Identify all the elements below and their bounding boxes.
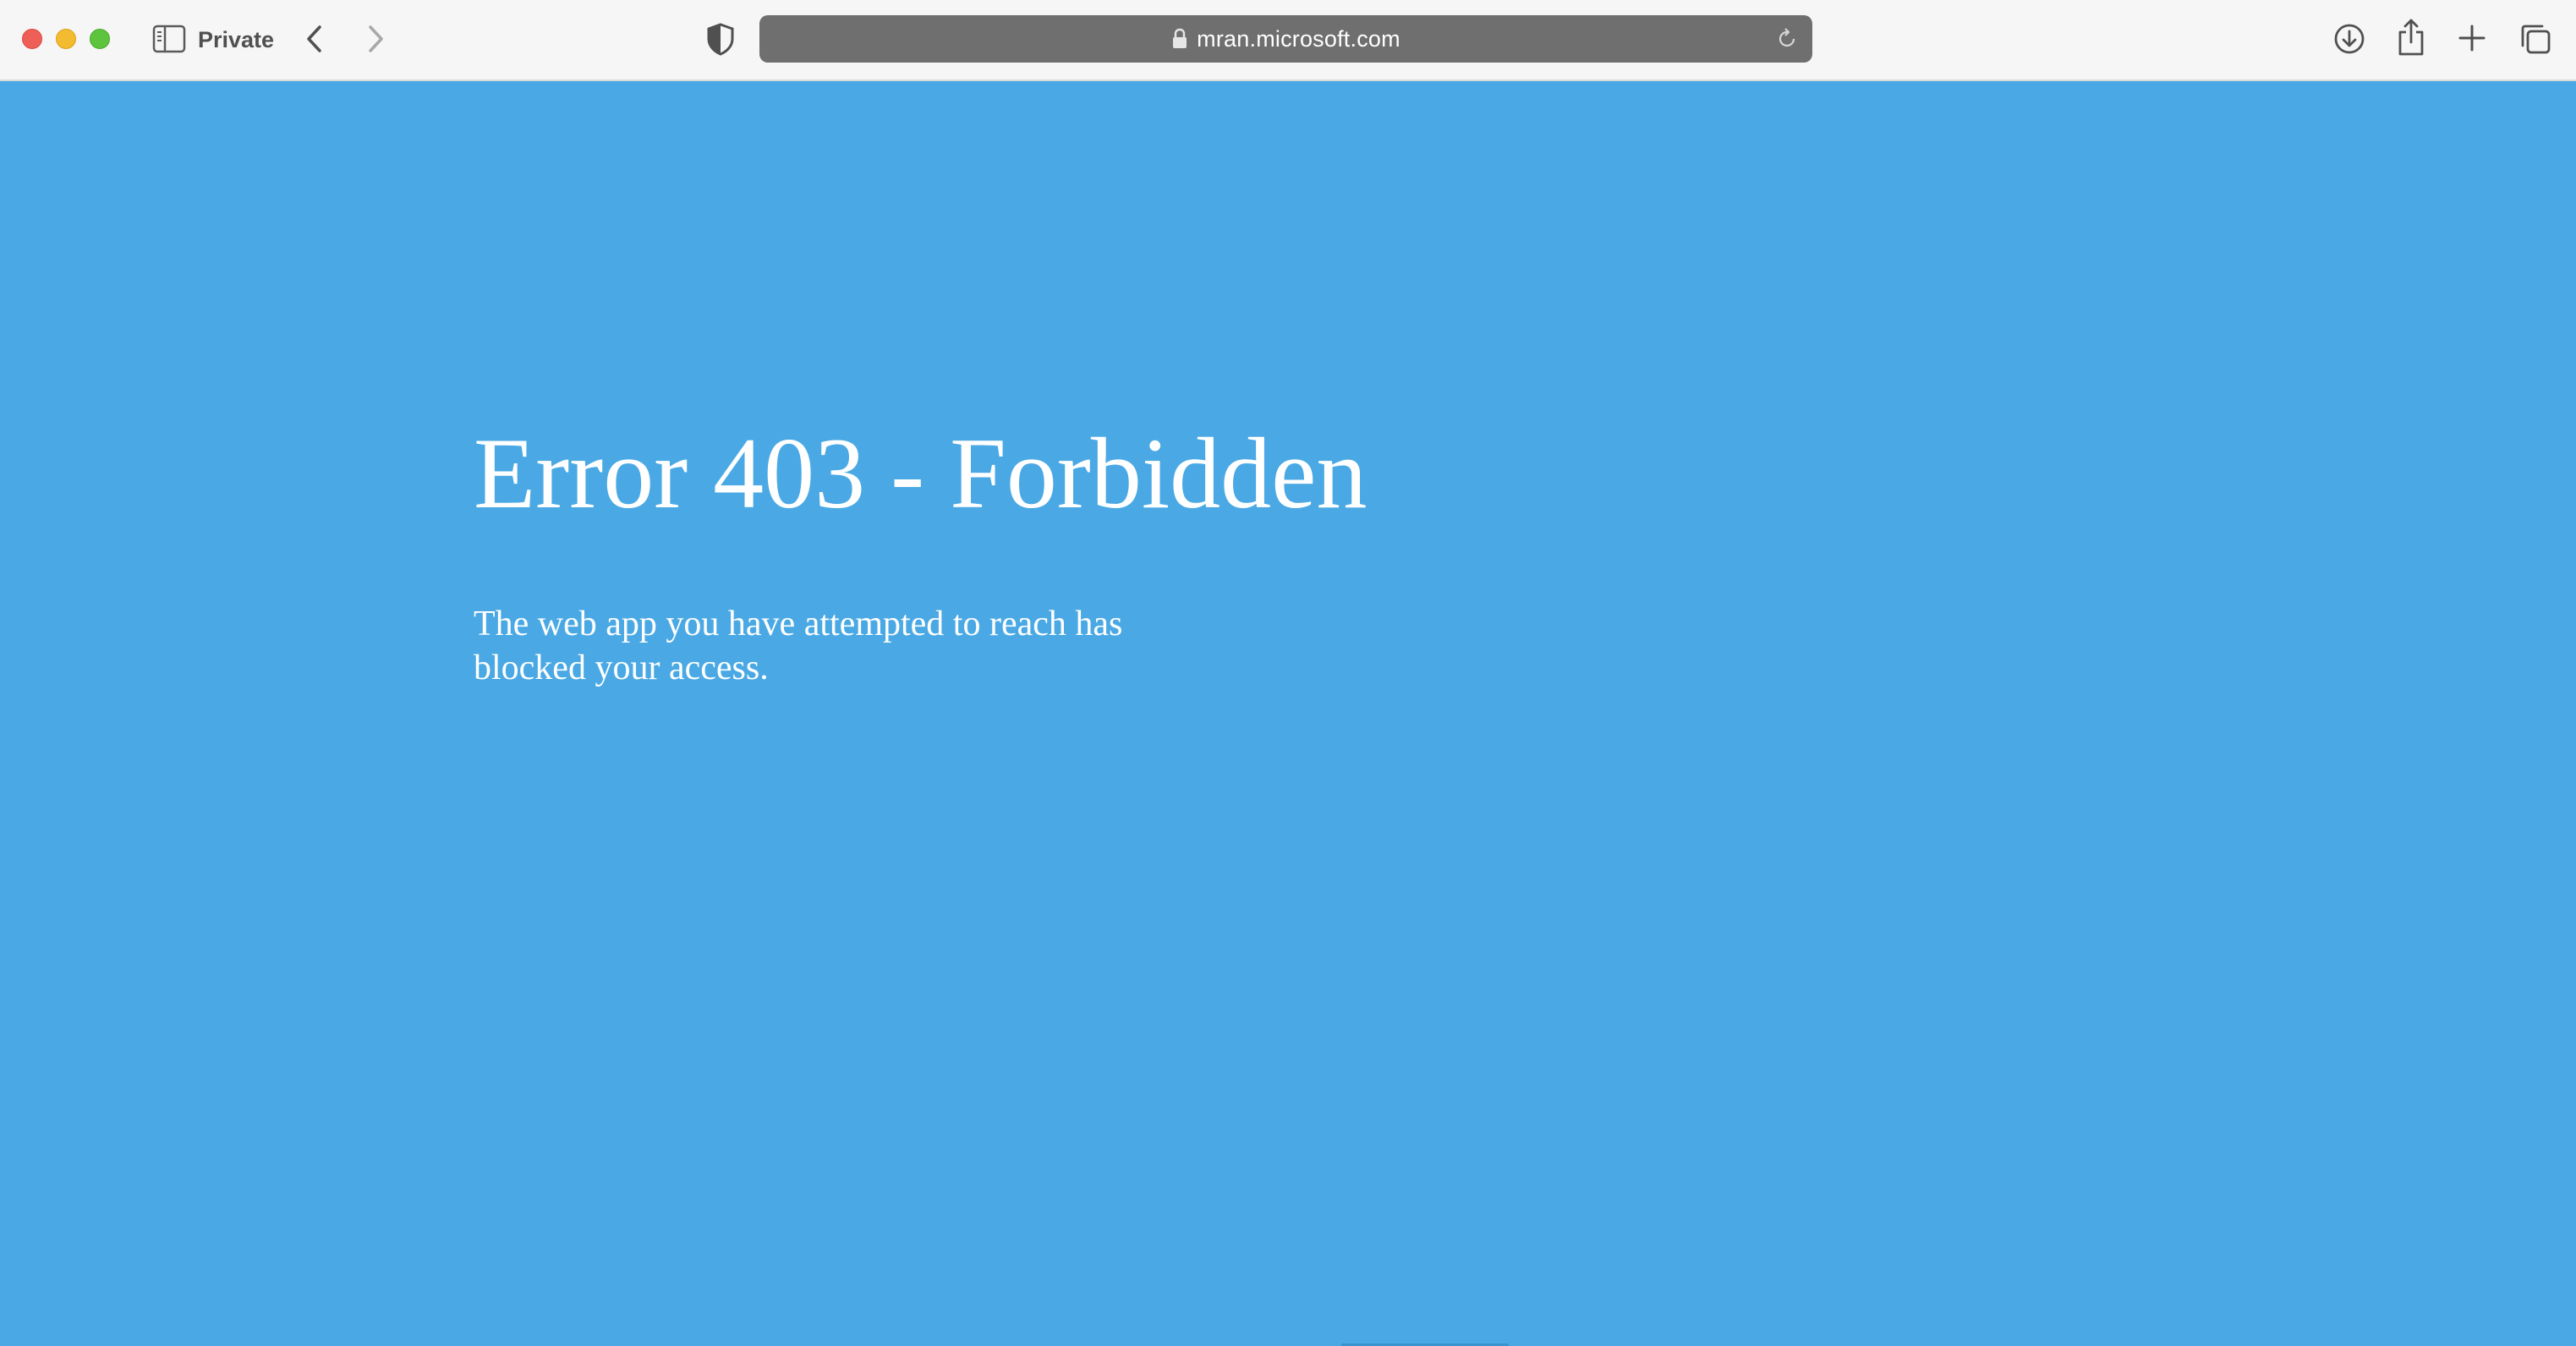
private-browsing-label: Private	[198, 27, 275, 52]
lock-icon	[1173, 28, 1187, 48]
address-bar[interactable]: mran.microsoft.com	[759, 15, 1812, 63]
reload-icon[interactable]	[1775, 27, 1799, 51]
close-window-button[interactable]	[22, 29, 42, 49]
browser-window: Private mran.microsoft.com Error 403 - F…	[0, 0, 2576, 1346]
tabs-icon[interactable]	[2518, 22, 2552, 56]
page-title: Error 403 - Forbidden	[474, 417, 1367, 529]
error-message: The web app you have attempted to reach …	[474, 605, 1123, 687]
download-icon[interactable]	[2332, 22, 2366, 56]
shield-icon[interactable]	[705, 22, 736, 56]
page-content: Error 403 - Forbidden The web app you ha…	[0, 81, 2576, 1346]
browser-toolbar: Private mran.microsoft.com	[0, 0, 2576, 81]
chevron-left-icon[interactable]	[301, 22, 328, 56]
plus-icon[interactable]	[2456, 22, 2488, 54]
minimize-window-button[interactable]	[56, 29, 76, 49]
url-text[interactable]: mran.microsoft.com	[1197, 26, 1400, 52]
maximize-window-button[interactable]	[90, 29, 110, 49]
chevron-right-icon[interactable]	[362, 22, 389, 56]
share-icon[interactable]	[2395, 17, 2427, 57]
sidebar-icon[interactable]	[152, 24, 186, 54]
